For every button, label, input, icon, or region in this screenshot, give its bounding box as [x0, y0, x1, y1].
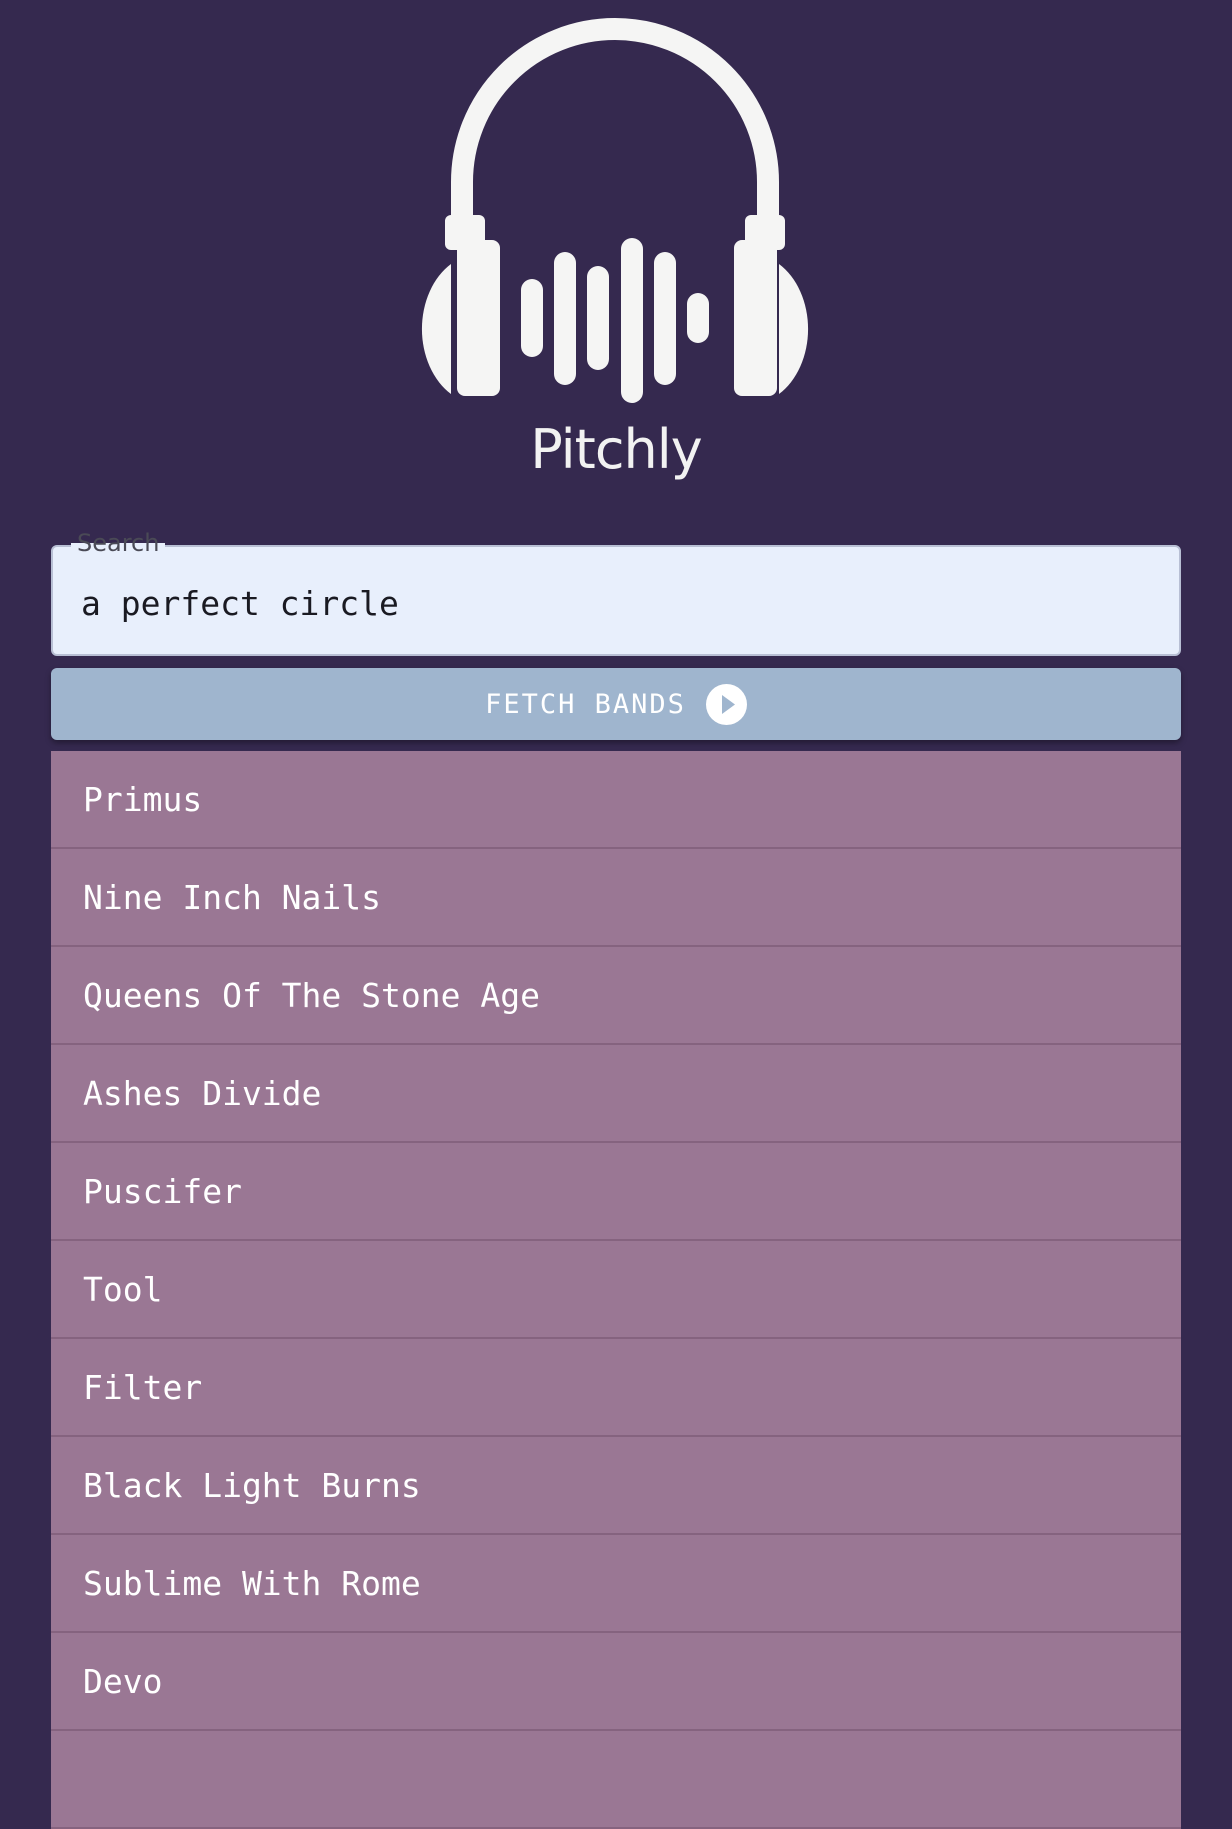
play-circle-icon [705, 683, 747, 725]
band-item[interactable]: Primus [51, 751, 1181, 849]
app-logo: Pitchly [0, 0, 1232, 500]
band-item[interactable]: Queens Of The Stone Age [51, 947, 1181, 1045]
headphones-icon [421, 18, 809, 403]
band-item[interactable]: Filter [51, 1339, 1181, 1437]
app-name: Pitchly [530, 418, 702, 481]
fetch-bands-label: FETCH BANDS [485, 688, 686, 720]
fetch-bands-button[interactable]: FETCH BANDS [51, 668, 1181, 740]
band-results-list: Primus Nine Inch Nails Queens Of The Sto… [51, 751, 1181, 1829]
band-item[interactable]: Sublime With Rome [51, 1535, 1181, 1633]
band-item[interactable]: Devo [51, 1633, 1181, 1731]
search-input[interactable] [81, 581, 1151, 625]
search-field[interactable]: Search [51, 528, 1181, 656]
band-item[interactable] [51, 1731, 1181, 1829]
search-label: Search [71, 528, 166, 558]
band-item[interactable]: Tool [51, 1241, 1181, 1339]
band-item[interactable]: Puscifer [51, 1143, 1181, 1241]
band-item[interactable]: Nine Inch Nails [51, 849, 1181, 947]
band-item[interactable]: Black Light Burns [51, 1437, 1181, 1535]
band-item[interactable]: Ashes Divide [51, 1045, 1181, 1143]
